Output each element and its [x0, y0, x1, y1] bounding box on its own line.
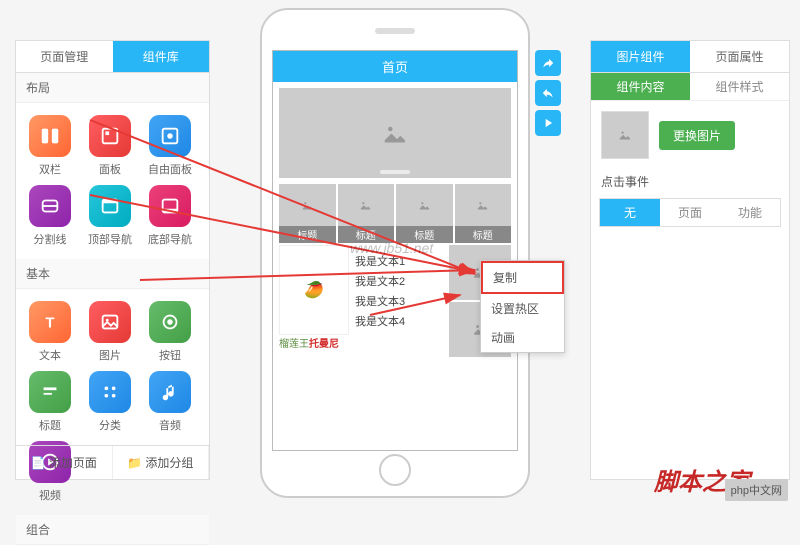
context-menu: 复制 设置热区 动画 — [480, 260, 565, 353]
widget-title[interactable]: 标题 — [20, 371, 80, 433]
widget-label: 音频 — [159, 417, 181, 433]
text-item[interactable]: 我是文本3 — [355, 293, 443, 309]
widget-label: 图片 — [99, 347, 121, 363]
hero-image[interactable] — [279, 88, 511, 178]
widget-label: 分类 — [99, 417, 121, 433]
right-tabs: 图片组件 页面属性 — [591, 41, 789, 73]
widget-text[interactable]: T 文本 — [20, 301, 80, 363]
product-card[interactable]: 🥭 榴莲王托曼尼 — [279, 245, 349, 357]
tab-page-props[interactable]: 页面属性 — [690, 41, 789, 73]
cell-caption: 标题 — [455, 226, 512, 243]
event-page[interactable]: 页面 — [660, 199, 720, 226]
grid-cell[interactable]: 标题 — [279, 184, 336, 243]
right-subtabs: 组件内容 组件样式 — [591, 73, 789, 101]
widget-label: 按钮 — [159, 347, 181, 363]
play-icon[interactable] — [535, 110, 561, 136]
widget-audio[interactable]: 音频 — [140, 371, 200, 433]
widget-split[interactable]: 双栏 — [20, 115, 80, 177]
widget-image[interactable]: 图片 — [80, 301, 140, 363]
add-group-label: 添加分组 — [145, 456, 193, 470]
float-actions — [535, 50, 561, 136]
event-tabs: 无 页面 功能 — [599, 198, 781, 227]
share-icon[interactable] — [535, 50, 561, 76]
image-row: 标题 标题 标题 标题 — [279, 184, 511, 243]
event-none[interactable]: 无 — [600, 199, 660, 226]
widget-label: 双栏 — [39, 161, 61, 177]
svg-text:T: T — [46, 316, 55, 332]
tab-page-mgmt[interactable]: 页面管理 — [16, 41, 113, 73]
section-basic: 基本 — [16, 259, 209, 289]
grid-cell[interactable]: 标题 — [338, 184, 395, 243]
widget-panel[interactable]: 面板 — [80, 115, 140, 177]
add-page-button[interactable]: 📄 添加页面 — [16, 446, 113, 479]
cell-caption: 标题 — [279, 226, 336, 243]
widget-label: 顶部导航 — [88, 231, 132, 247]
page-title: 首页 — [273, 51, 517, 82]
subtab-content[interactable]: 组件内容 — [591, 73, 690, 100]
text-item[interactable]: 我是文本4 — [355, 313, 443, 329]
widget-label: 面板 — [99, 161, 121, 177]
add-page-label: 添加页面 — [49, 456, 97, 470]
widget-category[interactable]: 分类 — [80, 371, 140, 433]
ctx-hotzone[interactable]: 设置热区 — [481, 294, 564, 323]
section-combo: 组合 — [16, 515, 209, 545]
widget-button[interactable]: 按钮 — [140, 301, 200, 363]
product-image: 🥭 — [279, 245, 349, 335]
image-preview-row: 更换图片 — [601, 111, 779, 159]
text-item[interactable]: 我是文本2 — [355, 273, 443, 289]
text-list: 我是文本1 我是文本2 我是文本3 我是文本4 — [351, 245, 447, 357]
product-name: 榴莲王托曼尼 — [279, 335, 349, 350]
left-tabs: 页面管理 组件库 — [16, 41, 209, 73]
tab-widget-lib[interactable]: 组件库 — [113, 41, 210, 73]
content-row: 🥭 榴莲王托曼尼 我是文本1 我是文本2 我是文本3 我是文本4 — [279, 245, 511, 357]
basic-grid: T 文本 图片 按钮 标题 分类 音频 视频 — [16, 289, 209, 515]
widget-label: 标题 — [39, 417, 61, 433]
widget-label: 分割线 — [34, 231, 67, 247]
widget-label: 自由面板 — [148, 161, 192, 177]
layout-grid: 双栏 面板 自由面板 分割线 顶部导航 底部导航 — [16, 103, 209, 259]
change-image-button[interactable]: 更换图片 — [659, 121, 735, 150]
left-bottom: 📄 添加页面 📁 添加分组 — [16, 445, 209, 479]
widget-label: 视频 — [39, 487, 61, 503]
watermark: www.jb51.net — [350, 240, 433, 256]
ctx-animation[interactable]: 动画 — [481, 323, 564, 352]
undo-icon[interactable] — [535, 80, 561, 106]
footer-tag: php中文网 — [725, 479, 788, 501]
widget-freepanel[interactable]: 自由面板 — [140, 115, 200, 177]
ctx-copy[interactable]: 复制 — [481, 261, 564, 294]
add-group-button[interactable]: 📁 添加分组 — [113, 446, 210, 479]
grid-cell[interactable]: 标题 — [455, 184, 512, 243]
widget-divider[interactable]: 分割线 — [20, 185, 80, 247]
event-func[interactable]: 功能 — [720, 199, 780, 226]
click-event-label: 点击事件 — [591, 169, 789, 194]
widget-botnav[interactable]: 底部导航 — [140, 185, 200, 247]
widget-label: 底部导航 — [148, 231, 192, 247]
right-panel: 图片组件 页面属性 组件内容 组件样式 更换图片 点击事件 无 页面 功能 — [590, 40, 790, 480]
widget-label: 文本 — [39, 347, 61, 363]
section-layout: 布局 — [16, 73, 209, 103]
grid-cell[interactable]: 标题 — [396, 184, 453, 243]
subtab-style[interactable]: 组件样式 — [690, 73, 789, 100]
tab-image-widget[interactable]: 图片组件 — [591, 41, 690, 73]
image-thumbnail[interactable] — [601, 111, 649, 159]
widget-topnav[interactable]: 顶部导航 — [80, 185, 140, 247]
left-panel: 页面管理 组件库 布局 双栏 面板 自由面板 分割线 顶部导航 底部导航 基本 … — [15, 40, 210, 480]
